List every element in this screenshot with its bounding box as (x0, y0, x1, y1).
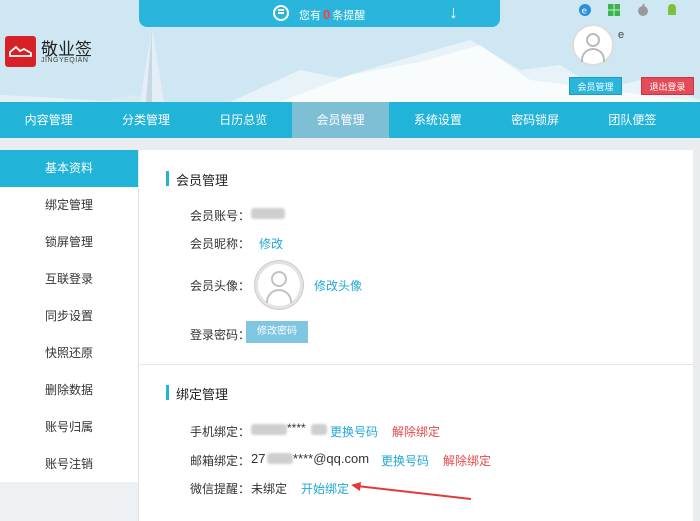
phone-change-link[interactable]: 更换号码 (330, 423, 378, 440)
main-nav: 内容管理 分类管理 日历总览 会员管理 系统设置 密码锁屏 团队便签 (0, 102, 700, 138)
sidebar-item-basic-info[interactable]: 基本资料 (0, 150, 138, 187)
avatar-label: 会员头像： (190, 279, 251, 293)
sidebar-item-linked-login[interactable]: 互联登录 (0, 261, 138, 298)
wechat-status: 未绑定 (251, 482, 288, 496)
notification-text: 您有 0 条提醒 (299, 7, 365, 23)
nav-item-category[interactable]: 分类管理 (97, 102, 194, 138)
phone-unbind-link[interactable]: 解除绑定 (392, 423, 440, 440)
brand-logo[interactable] (5, 36, 36, 67)
nav-item-content[interactable]: 内容管理 (0, 102, 97, 138)
message-bubble-icon (273, 5, 289, 21)
account-value-redacted (251, 208, 285, 219)
section-divider (139, 364, 694, 365)
sidebar-footer (0, 482, 138, 521)
binding-section-title: 绑定管理 (166, 384, 228, 403)
nav-item-calendar[interactable]: 日历总览 (195, 102, 292, 138)
nav-item-member[interactable]: 会员管理 (291, 102, 390, 138)
sidebar-item-account-cancel[interactable]: 账号注销 (0, 446, 138, 483)
edit-avatar-link[interactable]: 修改头像 (314, 277, 362, 294)
email-binding-label: 邮箱绑定： (190, 454, 251, 468)
email-middle-redacted (267, 453, 293, 464)
avatar-body-shape (266, 289, 292, 303)
sidebar: 基本资料 绑定管理 锁屏管理 互联登录 同步设置 快照还原 删除数据 账号归属 … (0, 150, 138, 521)
nickname-label: 会员昵称： (190, 237, 251, 251)
email-prefix: 27 (251, 451, 266, 466)
change-password-button[interactable]: 修改密码 (246, 321, 308, 343)
user-name: e (618, 29, 625, 41)
avatar-head-shape (271, 271, 287, 287)
windows-icon[interactable] (607, 3, 621, 17)
account-label: 会员账号： (190, 209, 251, 223)
member-management-button[interactable]: 会员管理 (569, 77, 622, 95)
arrow-down-icon[interactable]: ↓ (449, 2, 458, 23)
wechat-bind-link[interactable]: 开始绑定 (301, 480, 349, 497)
sidebar-item-delete-data[interactable]: 删除数据 (0, 372, 138, 409)
phone-suffix-redacted (311, 424, 327, 435)
phone-prefix-redacted (251, 424, 287, 435)
svg-text:e: e (582, 7, 588, 17)
sidebar-item-binding[interactable]: 绑定管理 (0, 187, 138, 224)
brand-subtitle: JINGYEQIAN (41, 57, 89, 64)
edit-nickname-link[interactable]: 修改 (259, 235, 283, 252)
password-label: 登录密码： (190, 328, 251, 342)
nav-item-settings[interactable]: 系统设置 (389, 102, 486, 138)
notice-prefix: 您有 (299, 10, 321, 22)
notice-suffix: 条提醒 (332, 10, 366, 22)
avatar-head-shape (586, 33, 600, 47)
email-change-link[interactable]: 更换号码 (381, 452, 429, 469)
member-avatar[interactable] (255, 261, 303, 309)
user-avatar[interactable] (572, 24, 614, 66)
nav-item-team-notes[interactable]: 团队便签 (584, 102, 681, 138)
member-section-title: 会员管理 (166, 170, 228, 189)
email-unbind-link[interactable]: 解除绑定 (443, 452, 491, 469)
sidebar-item-account-ownership[interactable]: 账号归属 (0, 409, 138, 446)
avatar-body-shape (581, 48, 605, 62)
shoe-logo-icon (9, 45, 32, 57)
main-panel: 会员管理 会员账号： 会员昵称： 修改 会员头像： 修改头像 登录密码： 修改密… (138, 150, 694, 521)
wechat-reminder-label: 微信提醒： (190, 482, 251, 496)
sidebar-item-sync[interactable]: 同步设置 (0, 298, 138, 335)
apple-icon[interactable] (636, 3, 650, 17)
android-icon[interactable] (665, 3, 679, 17)
header: 您有 0 条提醒 ↓ 敬业签 JINGYEQIAN e e 会员管理 退出登录 (0, 0, 700, 102)
sidebar-item-lock-screen[interactable]: 锁屏管理 (0, 224, 138, 261)
logout-button[interactable]: 退出登录 (641, 77, 694, 95)
red-arrow-annotation (351, 482, 472, 500)
notice-count-badge: 0 (323, 7, 331, 22)
phone-value: **** (287, 421, 306, 435)
email-suffix: ****@qq.com (293, 451, 370, 466)
notification-bar[interactable]: 您有 0 条提醒 ↓ (139, 0, 500, 27)
ie-icon[interactable]: e (578, 3, 592, 17)
phone-binding-label: 手机绑定： (190, 425, 251, 439)
nav-item-lock-screen[interactable]: 密码锁屏 (486, 102, 583, 138)
sidebar-item-snapshot[interactable]: 快照还原 (0, 335, 138, 372)
